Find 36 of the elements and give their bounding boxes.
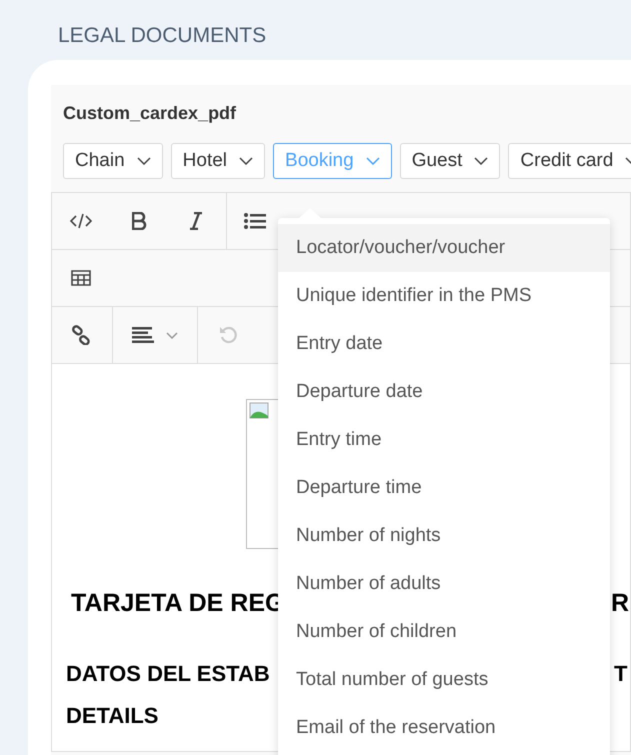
link-icon xyxy=(71,325,91,345)
chevron-down-icon xyxy=(136,157,151,165)
page-title: LEGAL DOCUMENTS xyxy=(58,23,266,49)
menu-item[interactable]: Entry time xyxy=(278,416,610,464)
menu-item[interactable]: Number of nights xyxy=(278,512,610,560)
menu-item[interactable]: Unique identifier in the PMS xyxy=(278,272,610,320)
chevron-down-icon xyxy=(166,332,178,338)
field-category-dropdown[interactable]: Chain xyxy=(63,143,163,179)
field-category-dropdown[interactable]: Hotel xyxy=(170,143,266,179)
code-icon xyxy=(70,213,92,229)
bold-icon xyxy=(132,212,148,230)
chevron-down-icon xyxy=(239,157,254,165)
italic-icon xyxy=(189,212,203,230)
field-category-dropdown[interactable]: Guest xyxy=(400,143,500,179)
menu-item[interactable]: Number of children xyxy=(278,608,610,656)
list-icon xyxy=(244,213,266,229)
document-title: Custom_cardex_pdf xyxy=(63,102,236,125)
menu-item[interactable]: Total number of guests xyxy=(278,656,610,704)
chevron-down-icon xyxy=(474,157,488,165)
undo-icon xyxy=(219,326,237,344)
align-dropdown-button[interactable] xyxy=(112,307,198,363)
align-left-icon xyxy=(132,327,154,343)
section-heading: DATOS DEL ESTAB xyxy=(66,661,270,686)
menu-item[interactable]: Email of the reservation xyxy=(278,704,610,752)
broken-image-icon xyxy=(249,402,271,420)
document-heading: R xyxy=(611,588,630,619)
table-icon xyxy=(71,270,91,286)
menu-item[interactable]: Locator/voucher/voucher xyxy=(278,224,610,272)
menu-item[interactable]: Number of adults xyxy=(278,560,610,608)
section-heading: T xyxy=(614,660,628,688)
field-category-dropdown[interactable]: Credit card xyxy=(508,143,631,179)
menu-item[interactable]: Departure date xyxy=(278,368,610,416)
menu-item[interactable]: Departure time xyxy=(278,464,610,512)
chevron-down-icon xyxy=(366,157,380,165)
section-heading: DETAILS xyxy=(66,703,158,728)
menu-item[interactable]: Entry date xyxy=(278,320,610,368)
